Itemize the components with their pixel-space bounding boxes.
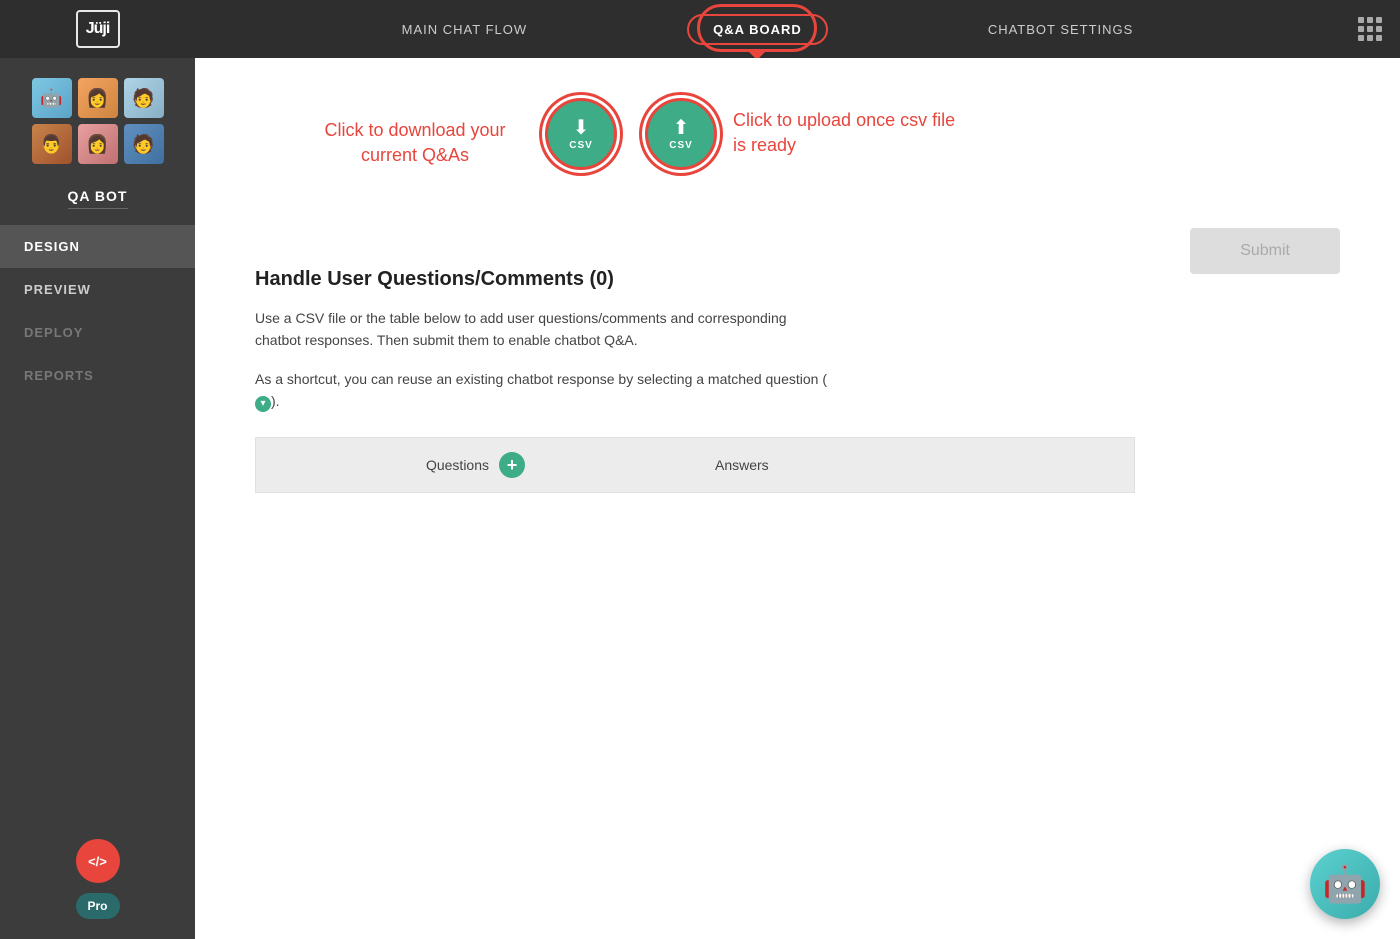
grid-menu-icon[interactable] — [1340, 17, 1400, 41]
sidebar-bottom: </> Pro — [0, 839, 195, 919]
avatar-person2: 🧑 — [124, 78, 164, 118]
avatar-person5: 🧑 — [124, 124, 164, 164]
nav-main-chat-flow[interactable]: MAIN CHAT FLOW — [322, 0, 607, 58]
nav-qa-board[interactable]: Q&A BOARD — [607, 0, 908, 58]
download-csv-circle[interactable]: ⬇ CSV — [545, 98, 617, 170]
submit-area: Submit — [1190, 228, 1340, 274]
robot-mascot[interactable]: 🤖 — [1310, 849, 1380, 919]
grid-dot — [1376, 17, 1382, 23]
grid-dot — [1376, 26, 1382, 32]
logo[interactable]: Jüji — [76, 10, 120, 48]
top-navigation: Jüji MAIN CHAT FLOW Q&A BOARD CHATBOT SE… — [0, 0, 1400, 58]
grid-dot — [1358, 35, 1364, 41]
sidebar-item-deploy: DEPLOY — [0, 311, 195, 354]
bot-divider — [68, 208, 128, 209]
submit-button[interactable]: Submit — [1190, 228, 1340, 274]
grid-dots — [1358, 17, 1382, 41]
annotation-upload: Click to upload once csv file is ready — [733, 108, 963, 158]
grid-dot — [1358, 17, 1364, 23]
table-header: Questions + Answers — [256, 437, 1135, 492]
pro-badge[interactable]: Pro — [76, 893, 120, 919]
code-badge[interactable]: </> — [76, 839, 120, 883]
sidebar-item-reports: REPORTS — [0, 354, 195, 397]
upload-icon: ⬆ — [673, 118, 690, 138]
avatar-grid: 🤖 👩 🧑 👨 👩 🧑 — [0, 58, 195, 180]
csv-section: Click to download your current Q&As ⬇ CS… — [255, 88, 1135, 248]
content-inner: Click to download your current Q&As ⬇ CS… — [195, 58, 1195, 533]
nav-chatbot-settings[interactable]: CHATBOT SETTINGS — [908, 0, 1214, 58]
grid-dot — [1367, 35, 1373, 41]
grid-dot — [1358, 26, 1364, 32]
grid-dot — [1367, 17, 1373, 23]
grid-dot — [1376, 35, 1382, 41]
avatar-person3: 👨 — [32, 124, 72, 164]
qa-shortcut: As a shortcut, you can reuse an existing… — [255, 368, 835, 413]
sidebar-item-preview[interactable]: PREVIEW — [0, 268, 195, 311]
grid-dot — [1367, 26, 1373, 32]
qa-section: Handle User Questions/Comments (0) Use a… — [255, 268, 1135, 493]
sidebar: 🤖 👩 🧑 👨 👩 🧑 QA BOT DESIGN PREVIEW DEPLOY… — [0, 58, 195, 939]
qa-table: Questions + Answers — [255, 437, 1135, 493]
col-answers: Answers — [695, 437, 1135, 492]
qa-description: Use a CSV file or the table below to add… — [255, 307, 835, 352]
upload-csv-button[interactable]: ⬆ CSV — [645, 98, 717, 170]
bot-name: QA BOT — [0, 188, 195, 204]
avatar-person1: 👩 — [78, 78, 118, 118]
sidebar-menu: DESIGN PREVIEW DEPLOY REPORTS — [0, 225, 195, 397]
th-questions-inner: Questions + — [276, 452, 675, 478]
download-csv-button[interactable]: ⬇ CSV — [545, 98, 617, 170]
download-icon: ⬇ — [573, 118, 590, 138]
add-question-button[interactable]: + — [499, 452, 525, 478]
qa-title: Handle User Questions/Comments (0) — [255, 268, 1135, 291]
annotation-download: Click to download your current Q&As — [315, 118, 515, 168]
dropdown-arrow-icon: ▾ — [255, 396, 271, 412]
content-area: Submit Click to download your current Q&… — [195, 58, 1400, 939]
main-layout: 🤖 👩 🧑 👨 👩 🧑 QA BOT DESIGN PREVIEW DEPLOY… — [0, 58, 1400, 939]
upload-csv-circle[interactable]: ⬆ CSV — [645, 98, 717, 170]
avatar-robot: 🤖 — [32, 78, 72, 118]
avatar-person4: 👩 — [78, 124, 118, 164]
sidebar-item-design[interactable]: DESIGN — [0, 225, 195, 268]
logo-text: Jüji — [86, 20, 110, 38]
nav-links: MAIN CHAT FLOW Q&A BOARD CHATBOT SETTING… — [195, 0, 1340, 58]
col-questions: Questions + — [256, 437, 696, 492]
logo-area: Jüji — [0, 10, 195, 48]
